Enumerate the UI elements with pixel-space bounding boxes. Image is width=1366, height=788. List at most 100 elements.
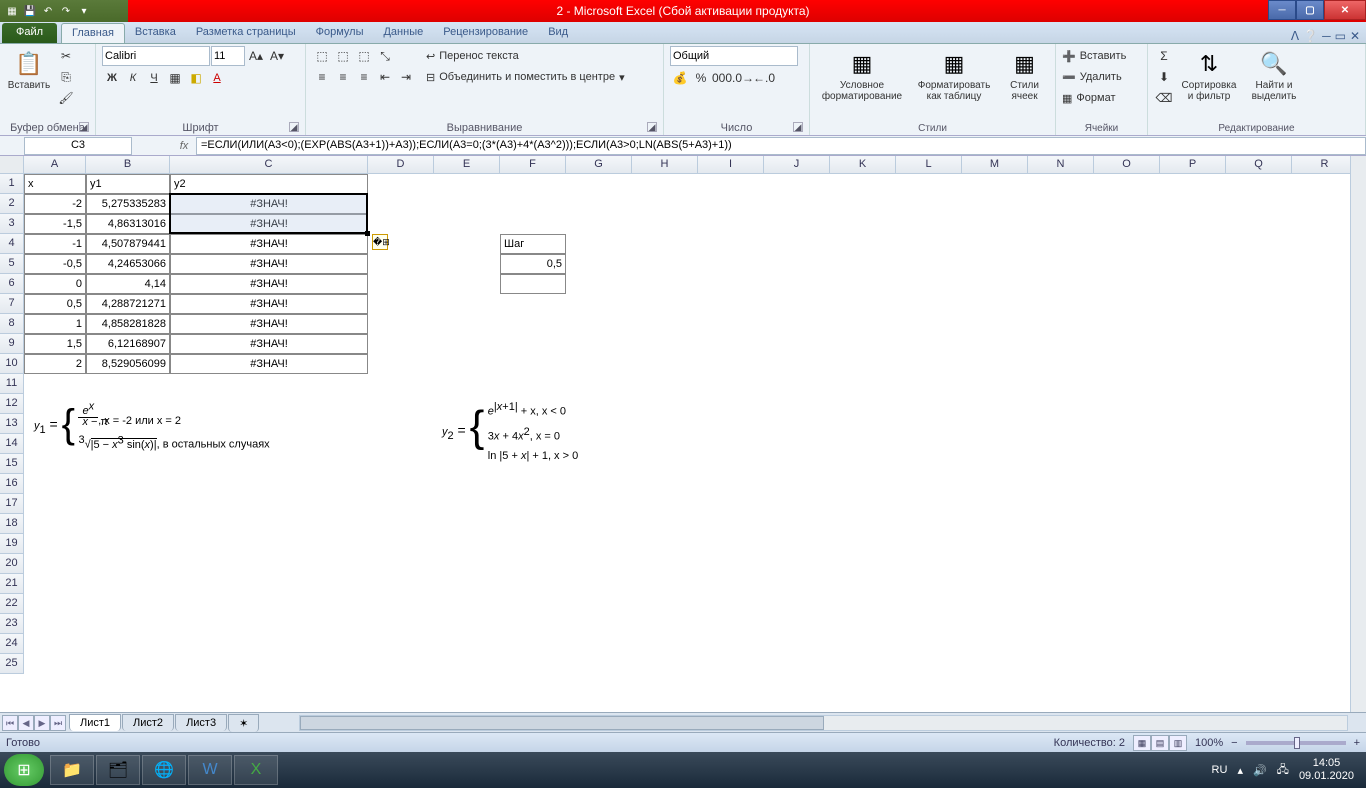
col-header[interactable]: D xyxy=(368,156,434,174)
row-header[interactable]: 12 xyxy=(0,394,24,414)
dialog-launcher-icon[interactable]: ◢ xyxy=(79,122,89,132)
cell[interactable]: 5,275335283 xyxy=(86,194,170,214)
worksheet-grid[interactable]: ABCDEFGHIJKLMNOPQR 123456789101112131415… xyxy=(0,156,1366,712)
task-explorer-icon[interactable]: 📁 xyxy=(50,755,94,785)
conditional-format-button[interactable]: ▦Условное форматирование xyxy=(816,46,908,102)
format-cells-button[interactable]: ▦Формат xyxy=(1062,88,1126,108)
align-center-icon[interactable]: ≡ xyxy=(333,67,353,87)
cell[interactable]: y2 xyxy=(170,174,368,194)
cell[interactable]: 4,288721271 xyxy=(86,294,170,314)
format-painter-icon[interactable]: 🖌 xyxy=(56,88,76,108)
underline-icon[interactable]: Ч xyxy=(144,68,164,88)
window-minimize-icon[interactable]: ─ xyxy=(1322,29,1331,43)
tab-insert[interactable]: Вставка xyxy=(125,23,186,43)
row-header[interactable]: 17 xyxy=(0,494,24,514)
currency-icon[interactable]: 💰 xyxy=(670,68,690,88)
cell[interactable]: y1 xyxy=(86,174,170,194)
cell[interactable]: 8,529056099 xyxy=(86,354,170,374)
indent-increase-icon[interactable]: ⇥ xyxy=(396,67,416,87)
cell[interactable]: -1 xyxy=(24,234,86,254)
percent-icon[interactable]: % xyxy=(691,68,711,88)
start-button[interactable]: ⊞ xyxy=(4,754,44,786)
minimize-button[interactable]: ─ xyxy=(1268,0,1296,20)
tray-lang[interactable]: RU xyxy=(1212,764,1228,776)
col-header[interactable]: J xyxy=(764,156,830,174)
name-box[interactable]: C3 xyxy=(24,137,132,155)
cell[interactable]: 4,86313016 xyxy=(86,214,170,234)
cell[interactable]: 1,5 xyxy=(24,334,86,354)
row-header[interactable]: 16 xyxy=(0,474,24,494)
wrap-text-button[interactable]: ↩Перенос текста xyxy=(426,46,625,66)
sort-filter-button[interactable]: ⇅Сортировка и фильтр xyxy=(1178,46,1240,102)
undo-icon[interactable]: ↶ xyxy=(40,3,56,19)
task-chrome-icon[interactable]: 🌐 xyxy=(142,755,186,785)
grow-font-icon[interactable]: A▴ xyxy=(246,46,266,66)
task-folder-icon[interactable]: 🗂 xyxy=(96,755,140,785)
clear-icon[interactable]: ⌫ xyxy=(1154,88,1174,108)
sheet-nav-prev-icon[interactable]: ◀ xyxy=(18,715,34,731)
row-header[interactable]: 13 xyxy=(0,414,24,434)
paste-button[interactable]: 📋 Вставить xyxy=(6,46,52,91)
row-header[interactable]: 23 xyxy=(0,614,24,634)
row-header[interactable]: 20 xyxy=(0,554,24,574)
cell[interactable] xyxy=(500,274,566,294)
decrease-decimal-icon[interactable]: ←.0 xyxy=(754,68,774,88)
row-header[interactable]: 9 xyxy=(0,334,24,354)
autosum-icon[interactable]: Σ xyxy=(1154,46,1174,66)
cell[interactable]: -2 xyxy=(24,194,86,214)
row-header[interactable]: 4 xyxy=(0,234,24,254)
cell[interactable]: #ЗНАЧ! xyxy=(170,334,368,354)
col-header[interactable]: K xyxy=(830,156,896,174)
fx-icon[interactable]: fx xyxy=(172,140,196,152)
sheet-nav-last-icon[interactable]: ⏭ xyxy=(50,715,66,731)
dialog-launcher-icon[interactable]: ◢ xyxy=(793,122,803,132)
find-select-button[interactable]: 🔍Найти и выделить xyxy=(1244,46,1304,102)
cell[interactable]: #ЗНАЧ! xyxy=(170,234,368,254)
tab-home[interactable]: Главная xyxy=(61,23,125,43)
file-tab[interactable]: Файл xyxy=(2,23,57,43)
formula-bar[interactable]: =ЕСЛИ(ИЛИ(A3<0);(EXP(ABS(A3+1))+A3));ЕСЛ… xyxy=(196,137,1366,155)
cut-icon[interactable]: ✂ xyxy=(56,46,76,66)
row-header[interactable]: 7 xyxy=(0,294,24,314)
zoom-in-icon[interactable]: + xyxy=(1354,737,1360,749)
cell[interactable]: #ЗНАЧ! xyxy=(170,294,368,314)
cell[interactable]: 4,507879441 xyxy=(86,234,170,254)
tab-formulas[interactable]: Формулы xyxy=(306,23,374,43)
col-header[interactable]: Q xyxy=(1226,156,1292,174)
copy-icon[interactable]: ⎘ xyxy=(56,67,76,87)
sheet-tab-1[interactable]: Лист1 xyxy=(69,714,121,731)
window-restore-icon[interactable]: ▭ xyxy=(1335,29,1346,43)
row-header[interactable]: 25 xyxy=(0,654,24,674)
row-header[interactable]: 15 xyxy=(0,454,24,474)
cell[interactable]: 2 xyxy=(24,354,86,374)
cell[interactable]: 0 xyxy=(24,274,86,294)
sheet-tab-3[interactable]: Лист3 xyxy=(175,714,227,731)
col-header[interactable]: R xyxy=(1292,156,1358,174)
new-sheet-icon[interactable]: ✶ xyxy=(228,714,259,732)
number-format-select[interactable] xyxy=(670,46,798,66)
row-header[interactable]: 14 xyxy=(0,434,24,454)
delete-cells-button[interactable]: ➖Удалить xyxy=(1062,67,1126,87)
col-header[interactable]: N xyxy=(1028,156,1094,174)
smart-tag-icon[interactable]: �⊞ xyxy=(372,234,388,250)
tray-network-icon[interactable]: 🖧 xyxy=(1277,761,1289,780)
col-header[interactable]: G xyxy=(566,156,632,174)
cell[interactable]: 4,24653066 xyxy=(86,254,170,274)
tab-data[interactable]: Данные xyxy=(373,23,433,43)
col-header[interactable]: F xyxy=(500,156,566,174)
cell-styles-button[interactable]: ▦Стили ячеек xyxy=(1000,46,1049,102)
row-header[interactable]: 10 xyxy=(0,354,24,374)
zoom-out-icon[interactable]: − xyxy=(1231,737,1237,749)
align-top-icon[interactable]: ⬚ xyxy=(312,46,332,66)
col-header[interactable]: P xyxy=(1160,156,1226,174)
maximize-button[interactable]: ▢ xyxy=(1296,0,1324,20)
align-middle-icon[interactable]: ⬚ xyxy=(333,46,353,66)
view-layout-icon[interactable]: ▤ xyxy=(1151,735,1169,751)
bold-icon[interactable]: Ж xyxy=(102,68,122,88)
col-header[interactable]: O xyxy=(1094,156,1160,174)
row-header[interactable]: 2 xyxy=(0,194,24,214)
cell[interactable]: -0,5 xyxy=(24,254,86,274)
cell[interactable]: #ЗНАЧ! xyxy=(170,194,368,214)
qat-dropdown-icon[interactable]: ▾ xyxy=(76,3,92,19)
col-header[interactable]: L xyxy=(896,156,962,174)
